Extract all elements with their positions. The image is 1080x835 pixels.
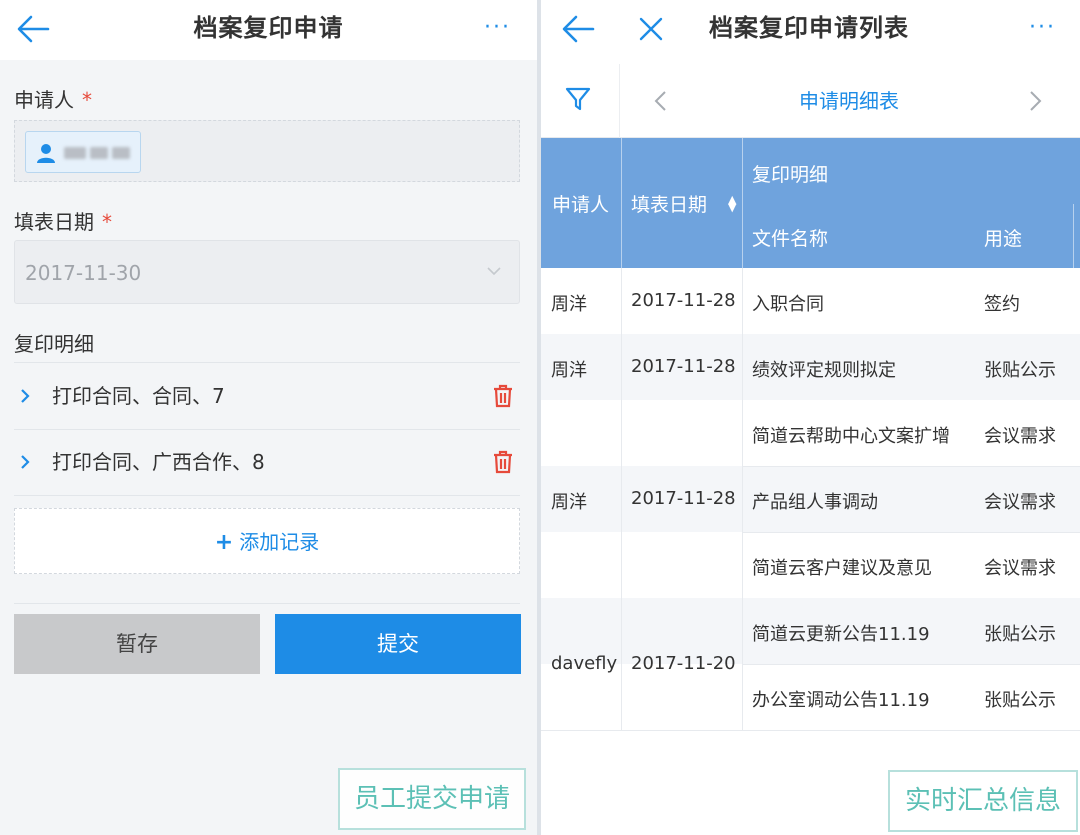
more-options-icon[interactable]: ··· [484, 17, 511, 39]
required-mark: * [82, 88, 92, 112]
applicant-label: 申请人 * [14, 88, 92, 112]
cell-applicant: 周洋 [551, 360, 587, 381]
table-header: 申请人 填表日期 ▲ ▼ 复印明细 文件名称 用途 [541, 138, 1080, 268]
cell-applicant: 周洋 [551, 492, 587, 513]
cell-usage: 会议需求 [984, 426, 1056, 447]
apply-form-panel: 档案复印申请 ··· 申请人 * 填表日期 * 2017-11-30 复印明细 打印… [0, 0, 537, 835]
header-date[interactable]: 填表日期 [631, 190, 707, 217]
cell-file-name: 办公室调动公告11.19 [752, 690, 930, 711]
back-arrow-icon[interactable] [561, 14, 595, 44]
trash-icon[interactable] [492, 384, 514, 408]
cell-date: 2017-11-28 [631, 356, 736, 377]
cell-date: 2017-11-28 [631, 290, 736, 311]
cell-date: 2017-11-20 [631, 653, 736, 674]
more-options-icon[interactable]: ··· [1029, 17, 1056, 39]
save-draft-button[interactable]: 暂存 [14, 614, 260, 674]
cell-file-name: 简道云更新公告11.19 [752, 624, 930, 645]
cell-usage: 签约 [984, 294, 1020, 315]
cell-date: 2017-11-28 [631, 488, 736, 509]
header-usage[interactable]: 用途 [984, 224, 1022, 251]
cell-applicant: 周洋 [551, 294, 587, 315]
header-copy-detail: 复印明细 [752, 164, 829, 186]
row-divider [742, 664, 1080, 665]
column-divider [621, 268, 622, 730]
applicant-field[interactable] [14, 120, 520, 182]
row-divider [742, 532, 1080, 533]
close-icon[interactable] [639, 17, 663, 41]
page-title: 档案复印申请 [193, 14, 344, 42]
row-divider [742, 466, 1080, 467]
detail-item[interactable]: 打印合同、广西合作、8 [14, 430, 520, 494]
trash-icon[interactable] [492, 450, 514, 474]
chevron-right-icon[interactable] [20, 388, 30, 404]
apply-list-panel: 档案复印申请列表 ··· 申请明细表 申请人 填表日期 ▲ ▼ 复印明细 文件名称… [541, 0, 1080, 835]
chevron-down-icon [487, 267, 501, 276]
cell-file-name: 产品组人事调动 [752, 492, 878, 513]
date-value: 2017-11-30 [25, 261, 142, 285]
chevron-right-icon[interactable] [1029, 90, 1043, 112]
detail-item-text: 打印合同、广西合作、8 [52, 450, 265, 474]
header-file-name[interactable]: 文件名称 [752, 224, 828, 251]
cell-applicant: davefly [551, 653, 618, 674]
detail-section-label: 复印明细 [14, 332, 94, 356]
report-title: 申请明细表 [799, 89, 899, 113]
sort-icon[interactable]: ▲ ▼ [728, 194, 736, 213]
cell-file-name: 绩效评定规则拟定 [752, 360, 896, 381]
page-title: 档案复印申请列表 [709, 14, 909, 42]
column-divider [742, 268, 743, 730]
add-record-button[interactable]: + 添加记录 [14, 508, 520, 574]
cell-file-name: 入职合同 [752, 294, 824, 315]
plus-icon: + [214, 530, 234, 555]
person-icon [37, 144, 55, 163]
header-applicant[interactable]: 申请人 [552, 190, 609, 217]
cell-usage: 会议需求 [984, 558, 1056, 579]
detail-item[interactable]: 打印合同、合同、7 [14, 364, 520, 428]
date-label: 填表日期 * [14, 210, 112, 234]
cell-usage: 张贴公示 [984, 690, 1056, 711]
chevron-left-icon[interactable] [653, 90, 667, 112]
caption-realtime-summary: 实时汇总信息 [888, 770, 1078, 832]
filter-icon[interactable] [565, 86, 591, 112]
date-select[interactable]: 2017-11-30 [14, 240, 520, 304]
cell-usage: 张贴公示 [984, 624, 1056, 645]
form-header: 档案复印申请 ··· [0, 0, 537, 60]
list-header: 档案复印申请列表 ··· [541, 0, 1080, 64]
applicant-chip[interactable] [25, 131, 141, 173]
cell-file-name: 简道云客户建议及意见 [752, 558, 932, 579]
cell-usage: 张贴公示 [984, 360, 1056, 381]
submit-button[interactable]: 提交 [275, 614, 521, 674]
group-divider [541, 730, 1080, 731]
blurred-name [64, 147, 86, 159]
cell-usage: 会议需求 [984, 492, 1056, 513]
cell-file-name: 简道云帮助中心文案扩增 [752, 426, 950, 447]
chevron-right-icon[interactable] [20, 454, 30, 470]
caption-employee-submit: 员工提交申请 [338, 768, 526, 830]
detail-item-text: 打印合同、合同、7 [52, 384, 225, 408]
report-navigator: 申请明细表 [541, 64, 1080, 138]
required-mark: * [102, 210, 112, 234]
